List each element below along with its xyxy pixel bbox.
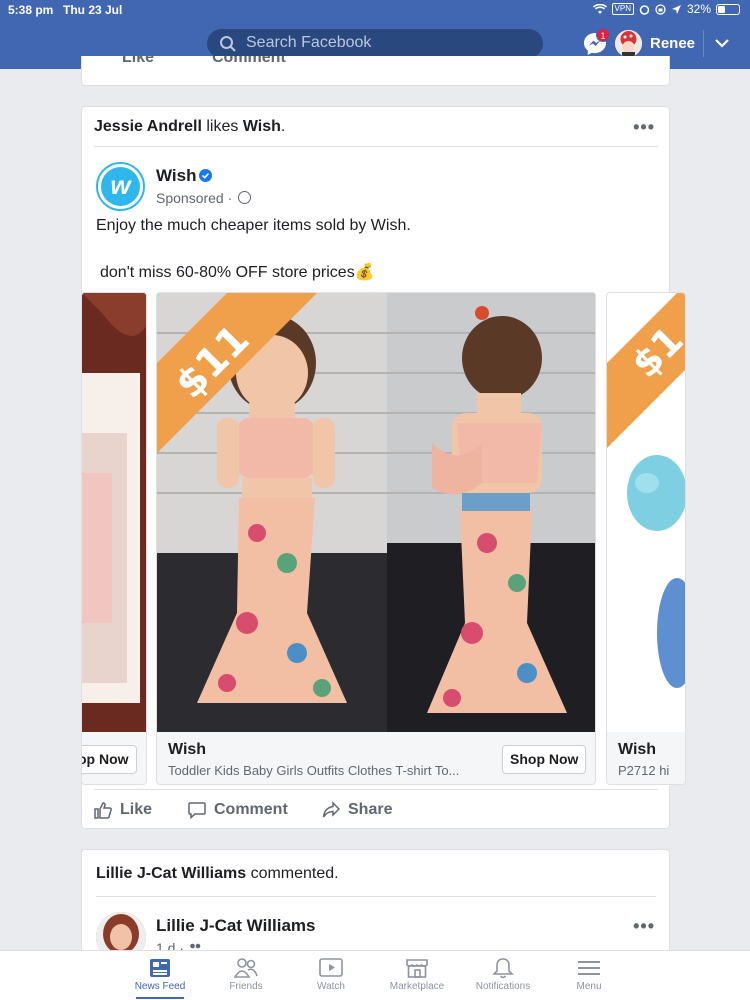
notifications-icon <box>492 958 514 979</box>
carousel-card-2[interactable]: $11 Wish Toddler Kids Baby Girls Outfits… <box>156 292 596 785</box>
story-actor-link[interactable]: Jessie Andrell <box>94 118 202 135</box>
divider <box>94 789 658 790</box>
verified-badge-icon <box>199 169 212 182</box>
story-actor-link[interactable]: Lillie J-Cat Williams <box>96 865 246 882</box>
story-end: . <box>280 118 286 135</box>
product-image-2: $11 <box>157 293 595 732</box>
search-icon <box>220 36 236 52</box>
post-text-line1: Enjoy the much cheaper items sold by Wis… <box>96 217 411 234</box>
header-user-name[interactable]: Renee <box>650 35 695 52</box>
bottom-navigation: News Feed Friends Watch Marketplace Noti… <box>0 950 750 1000</box>
marketplace-icon <box>406 959 428 978</box>
vpn-badge: VPN <box>611 3 634 15</box>
product-description: P2712 hi <box>618 763 670 778</box>
carousel-footer-1: op Now <box>82 732 146 784</box>
comment-icon <box>188 802 206 819</box>
sponsored-label[interactable]: Sponsored · <box>156 190 232 206</box>
tab-notifications[interactable]: Notifications <box>463 957 543 992</box>
previous-post-actions: Like Comment <box>81 56 670 86</box>
tab-friends[interactable]: Friends <box>206 957 286 992</box>
header-divider <box>703 30 704 57</box>
page-name-link[interactable]: Wish <box>156 166 196 186</box>
active-tab-indicator <box>136 997 184 999</box>
tab-label: Marketplace <box>389 981 445 992</box>
product-image-3: $1 <box>607 293 685 732</box>
post-story: Lillie J-Cat Williams commented. <box>96 865 339 883</box>
product-title: Wish <box>168 741 207 758</box>
share-label: Share <box>348 801 393 818</box>
tab-menu[interactable]: Menu <box>549 957 629 992</box>
menu-icon <box>578 961 600 975</box>
divider <box>96 896 656 897</box>
page-logo[interactable]: w <box>96 162 145 211</box>
product-title: Wish <box>618 741 657 758</box>
messenger-badge: 1 <box>596 28 610 42</box>
status-time: 5:38 pm <box>8 3 54 17</box>
tab-label: News Feed <box>134 981 186 992</box>
story-verb: commented. <box>246 865 339 882</box>
shop-now-button[interactable]: op Now <box>82 745 137 774</box>
like-label: Like <box>122 56 155 66</box>
alarm-icon <box>639 4 650 15</box>
tab-watch[interactable]: Watch <box>291 957 371 992</box>
product-image-1 <box>82 293 146 732</box>
thumbs-up-icon <box>94 802 112 819</box>
comment-button[interactable]: Comment <box>188 56 286 67</box>
news-feed-icon <box>150 959 170 977</box>
carousel-card-3[interactable]: $1 Wish P2712 hi <box>606 292 686 785</box>
battery-percent: 32% <box>686 2 711 16</box>
friends-icon <box>234 958 258 978</box>
comment-label: Comment <box>212 56 286 66</box>
orientation-lock-icon <box>655 3 666 15</box>
location-icon <box>671 4 681 14</box>
post-story: Jessie Andrell likes Wish. <box>94 118 285 136</box>
avatar[interactable] <box>615 30 642 57</box>
story-object-link[interactable]: Wish <box>243 118 281 135</box>
tab-label: Watch <box>317 981 345 992</box>
like-button[interactable]: Like <box>94 56 154 67</box>
tab-label: Friends <box>229 981 263 992</box>
divider <box>94 146 658 147</box>
carousel-footer-2: Wish Toddler Kids Baby Girls Outfits Clo… <box>157 732 595 784</box>
tab-marketplace[interactable]: Marketplace <box>377 957 457 992</box>
search-placeholder: Search Facebook <box>246 34 372 51</box>
globe-icon <box>238 191 251 204</box>
comment-button[interactable]: Comment <box>188 801 288 819</box>
more-options-icon[interactable]: ••• <box>633 117 655 138</box>
status-date: Thu 23 Jul <box>63 3 123 17</box>
share-icon <box>322 801 340 818</box>
story-verb: likes <box>201 118 243 135</box>
tab-label: Notifications <box>475 981 531 992</box>
post-actions: Like Comment Share <box>94 799 658 823</box>
tab-news-feed[interactable]: News Feed <box>120 957 200 999</box>
sponsored-post-card: Jessie Andrell likes Wish. ••• w Wish Sp… <box>81 106 686 829</box>
search-input[interactable]: Search Facebook <box>207 29 543 58</box>
watch-icon <box>319 958 343 977</box>
product-description: Toddler Kids Baby Girls Outfits Clothes … <box>168 763 460 778</box>
post-text-line2: don't miss 60-80% OFF store prices💰 <box>100 264 375 281</box>
comment-label: Comment <box>214 801 288 818</box>
shop-now-button[interactable]: Shop Now <box>502 745 587 774</box>
more-options-icon[interactable]: ••• <box>633 916 655 937</box>
carousel-footer-3: Wish P2712 hi <box>607 732 685 784</box>
author-name-link[interactable]: Lillie J-Cat Williams <box>156 916 316 936</box>
avatar-image <box>615 30 642 57</box>
wifi-icon <box>592 3 607 14</box>
status-bar: 5:38 pm Thu 23 Jul VPN 32% <box>0 0 750 20</box>
status-indicators: VPN 32% <box>592 2 740 16</box>
share-button[interactable]: Share <box>322 801 392 819</box>
battery-icon <box>716 3 740 15</box>
wish-logo-icon: w <box>101 167 140 206</box>
chevron-down-icon[interactable] <box>714 37 730 49</box>
like-label: Like <box>120 801 153 818</box>
carousel-card-1[interactable]: op Now <box>81 292 147 785</box>
like-button[interactable]: Like <box>94 801 152 819</box>
tab-label: Menu <box>576 981 602 992</box>
